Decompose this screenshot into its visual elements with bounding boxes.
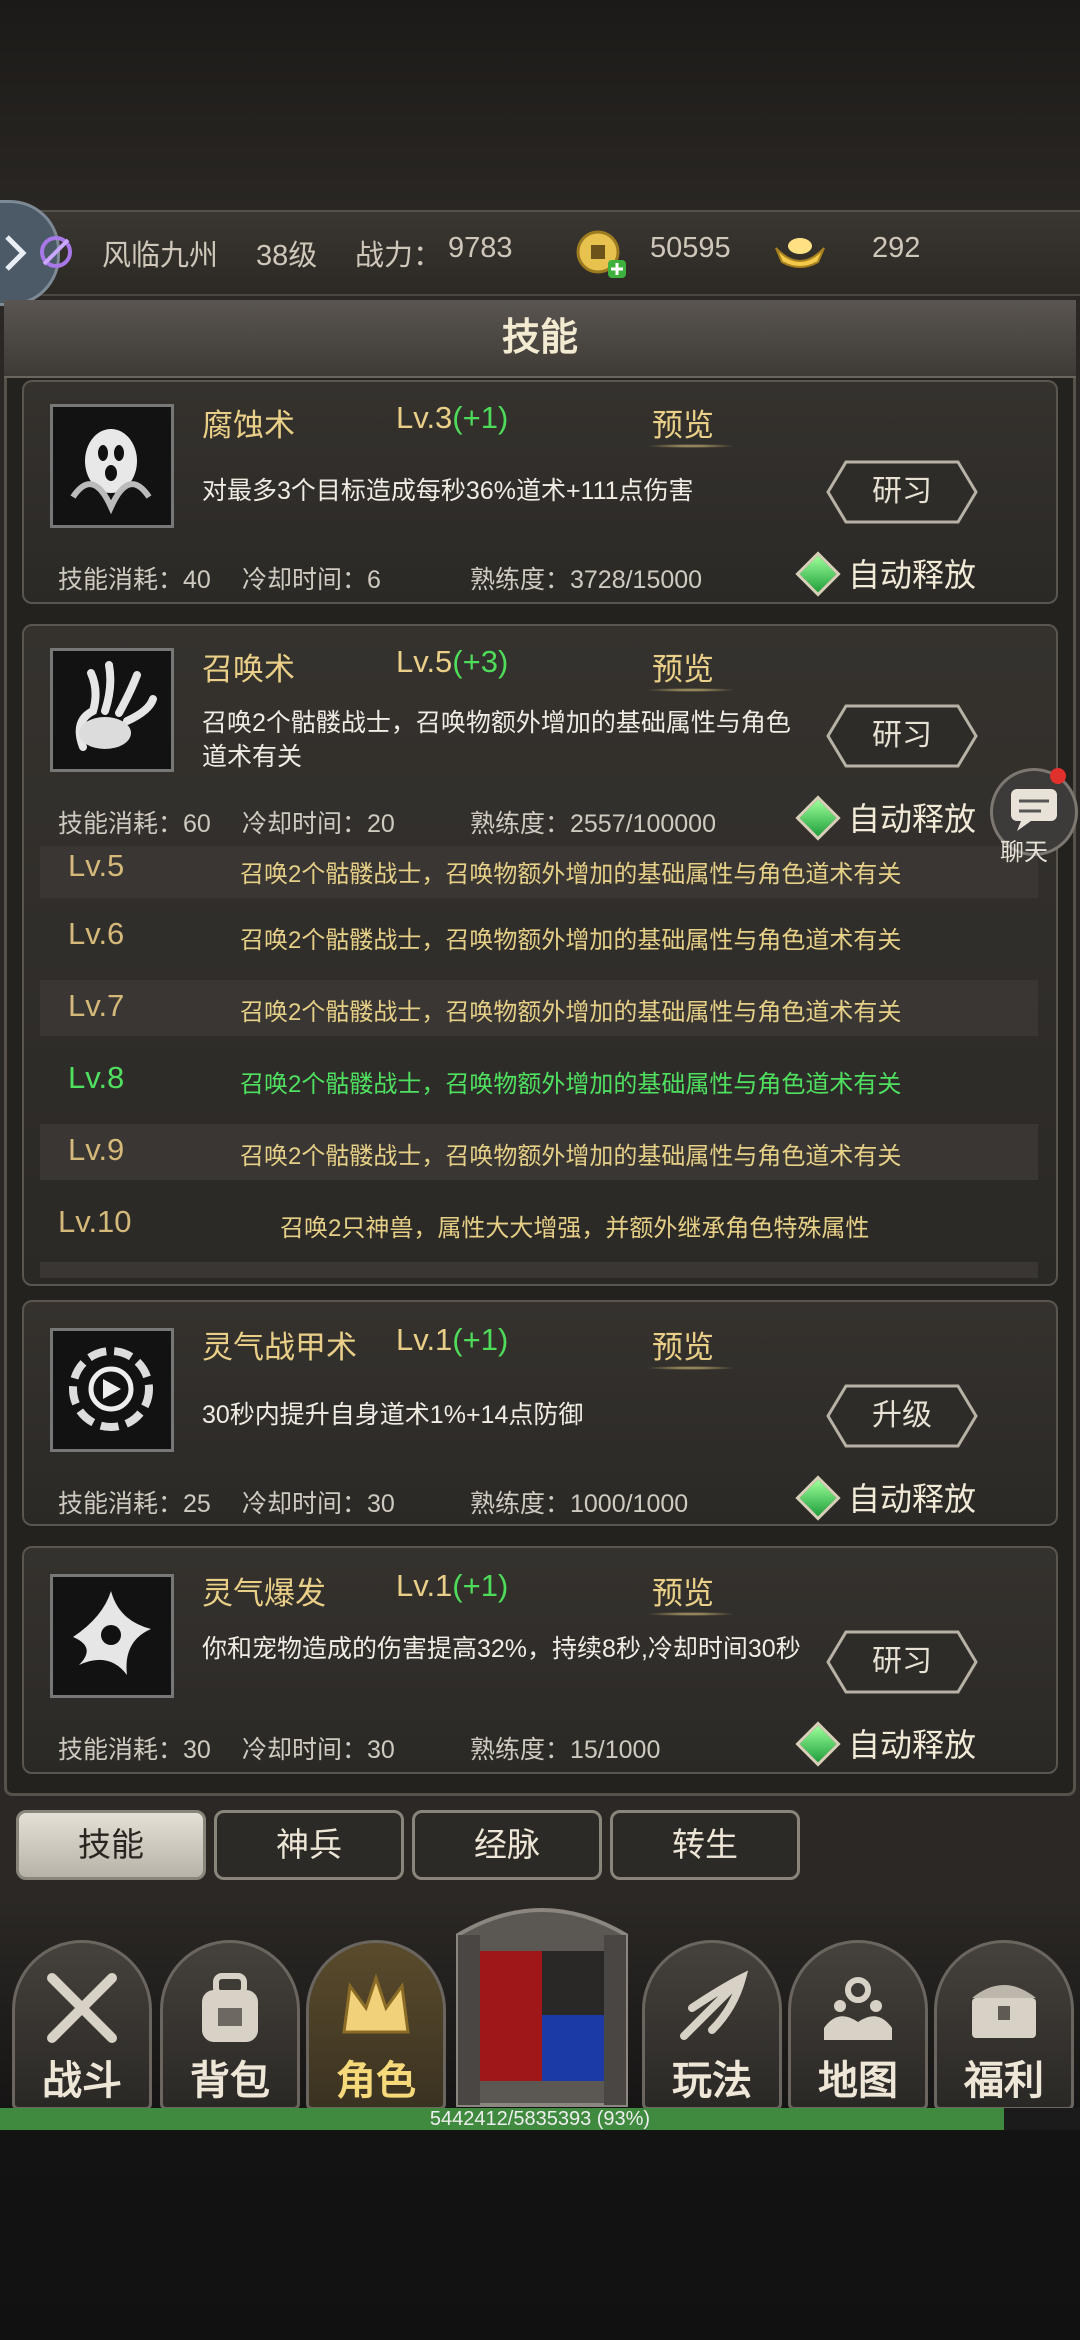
skill-cooldown: 冷却时间：30 bbox=[242, 1736, 395, 1764]
panel-title: 技能 bbox=[4, 300, 1076, 378]
player-level: 38级 bbox=[256, 240, 318, 272]
nav-battle[interactable]: 战斗 bbox=[12, 1920, 152, 2110]
gold-ingot-icon bbox=[775, 238, 825, 268]
copper-amount: 50595 bbox=[650, 232, 731, 264]
blade-icon bbox=[680, 1970, 749, 2040]
skill-level: Lv.1(+1) bbox=[396, 1322, 509, 1357]
skeleton-hand-icon bbox=[75, 661, 157, 751]
treasure-chest-icon bbox=[972, 1985, 1036, 2038]
skill-cost: 技能消耗：30 bbox=[58, 1736, 211, 1764]
backpack-icon bbox=[202, 1973, 258, 2042]
tab-rebirth[interactable]: 转生 bbox=[610, 1810, 800, 1880]
skill-description: 30秒内提升自身道术1%+14点防御 bbox=[202, 1401, 584, 1429]
skill-card: 灵气爆发 Lv.1(+1) 预览 你和宠物造成的伤害提高32%，持续8秒,冷却时… bbox=[22, 1546, 1058, 1774]
nav-bag[interactable]: 背包 bbox=[160, 1920, 300, 2110]
upgrade-button[interactable]: 升级 bbox=[826, 1384, 978, 1448]
skill-level: Lv.3(+1) bbox=[396, 400, 509, 435]
preview-link[interactable]: 预览 bbox=[652, 400, 714, 445]
auto-cast-checkbox-icon[interactable] bbox=[795, 1475, 841, 1521]
nav-welfare[interactable]: 福利 bbox=[934, 1920, 1074, 2110]
class-icon bbox=[40, 236, 72, 268]
ghost-icon bbox=[70, 429, 152, 515]
skill-cooldown: 冷却时间：6 bbox=[242, 566, 381, 594]
exp-text: 5442412/5835393 (93%) bbox=[429, 2108, 651, 2130]
skill-icon-armor[interactable] bbox=[50, 1328, 174, 1452]
skill-cooldown: 冷却时间：20 bbox=[242, 810, 395, 838]
level-row: Lv.6 召唤2个骷髅战士，召唤物额外增加的基础属性与角色道术有关 bbox=[68, 916, 902, 954]
preview-link[interactable]: 预览 bbox=[652, 1322, 714, 1367]
gate-icon bbox=[456, 1908, 628, 2107]
power-label: 战力： bbox=[355, 240, 443, 272]
skill-name: 召唤术 bbox=[202, 652, 295, 687]
crossed-swords-icon bbox=[47, 1973, 117, 2043]
copper-coin-icon[interactable] bbox=[576, 228, 630, 280]
skill-proficiency: 熟练度：2557/100000 bbox=[470, 810, 716, 838]
preview-underline bbox=[646, 1612, 736, 1616]
tab-skills[interactable]: 技能 bbox=[16, 1810, 206, 1880]
chevron-right-icon bbox=[5, 235, 27, 271]
tab-meridians[interactable]: 经脉 bbox=[412, 1810, 602, 1880]
nav-gameplay[interactable]: 玩法 bbox=[642, 1920, 782, 2110]
preview-underline bbox=[646, 444, 736, 448]
study-button[interactable]: 研习 bbox=[826, 704, 978, 768]
skill-description: 你和宠物造成的伤害提高32%，持续8秒,冷却时间30秒 bbox=[202, 1635, 801, 1663]
hp-mp-gate[interactable] bbox=[448, 1895, 636, 2115]
skill-card: 腐蚀术 Lv.3(+1) 预览 对最多3个目标造成每秒36%道术+111点伤害 … bbox=[22, 380, 1058, 604]
exp-bar: 5442412/5835393 (93%) bbox=[0, 2108, 1080, 2130]
study-button[interactable]: 研习 bbox=[826, 1630, 978, 1694]
skill-cost: 技能消耗：25 bbox=[58, 1490, 211, 1518]
burst-icon bbox=[73, 1591, 151, 1675]
preview-underline bbox=[646, 688, 736, 692]
skill-icon-corrode[interactable] bbox=[50, 404, 174, 528]
skill-description: 对最多3个目标造成每秒36%道术+111点伤害 bbox=[202, 477, 694, 505]
shield-rune-icon bbox=[69, 1347, 153, 1431]
auto-cast-label[interactable]: 自动释放 bbox=[848, 1474, 976, 1520]
level-row-current: Lv.8 召唤2个骷髅战士，召唤物额外增加的基础属性与角色道术有关 bbox=[68, 1060, 902, 1098]
auto-cast-checkbox-icon[interactable] bbox=[795, 795, 841, 841]
skill-card: 灵气战甲术 Lv.1(+1) 预览 30秒内提升自身道术1%+14点防御 升级 … bbox=[22, 1300, 1058, 1526]
study-button[interactable]: 研习 bbox=[826, 460, 978, 524]
auto-cast-label[interactable]: 自动释放 bbox=[848, 550, 976, 596]
chat-label[interactable]: 聊天 bbox=[1000, 832, 1048, 867]
skill-cooldown: 冷却时间：30 bbox=[242, 1490, 395, 1518]
skill-level: Lv.5(+3) bbox=[396, 644, 509, 679]
power-value: 9783 bbox=[448, 232, 513, 264]
preview-link[interactable]: 预览 bbox=[652, 644, 714, 689]
skill-name: 灵气爆发 bbox=[202, 1576, 326, 1611]
notification-dot bbox=[1050, 768, 1066, 784]
skill-cost: 技能消耗：60 bbox=[58, 810, 211, 838]
auto-cast-checkbox-icon[interactable] bbox=[795, 1721, 841, 1767]
auto-cast-label[interactable]: 自动释放 bbox=[848, 794, 976, 840]
nav-character[interactable]: 角色 bbox=[306, 1920, 446, 2110]
skill-icon-summon[interactable] bbox=[50, 648, 174, 772]
skill-name: 灵气战甲术 bbox=[202, 1330, 357, 1365]
preview-underline bbox=[646, 1366, 736, 1370]
skill-description: 召唤2个骷髅战士，召唤物额外增加的基础属性与角色道术有关 bbox=[202, 709, 791, 771]
skill-proficiency: 熟练度：3728/15000 bbox=[470, 566, 703, 594]
skill-icon-burst[interactable] bbox=[50, 1574, 174, 1698]
skill-level: Lv.1(+1) bbox=[396, 1568, 509, 1603]
skill-name: 腐蚀术 bbox=[202, 408, 295, 443]
level-row: Lv.5 召唤2个骷髅战士，召唤物额外增加的基础属性与角色道术有关 bbox=[40, 846, 1038, 898]
crown-icon bbox=[342, 1973, 410, 2034]
map-icon bbox=[824, 1977, 892, 2040]
server-name: 风临九州 bbox=[102, 240, 219, 272]
auto-cast-label[interactable]: 自动释放 bbox=[848, 1720, 976, 1766]
level-row: Lv.10 召唤2只神兽，属性大大增强，并额外继承角色特殊属性 bbox=[58, 1204, 870, 1242]
gold-amount: 292 bbox=[872, 232, 921, 264]
level-row-partial bbox=[40, 1262, 1038, 1278]
skill-proficiency: 熟练度：15/1000 bbox=[470, 1736, 661, 1764]
auto-cast-checkbox-icon[interactable] bbox=[795, 551, 841, 597]
level-row: Lv.9 召唤2个骷髅战士，召唤物额外增加的基础属性与角色道术有关 bbox=[40, 1124, 1038, 1180]
level-row: Lv.7 召唤2个骷髅战士，召唤物额外增加的基础属性与角色道术有关 bbox=[40, 980, 1038, 1036]
skill-proficiency: 熟练度：1000/1000 bbox=[470, 1490, 689, 1518]
nav-map[interactable]: 地图 bbox=[788, 1920, 928, 2110]
tab-divine-weapon[interactable]: 神兵 bbox=[214, 1810, 404, 1880]
preview-link[interactable]: 预览 bbox=[652, 1568, 714, 1613]
skill-cost: 技能消耗：40 bbox=[58, 566, 211, 594]
